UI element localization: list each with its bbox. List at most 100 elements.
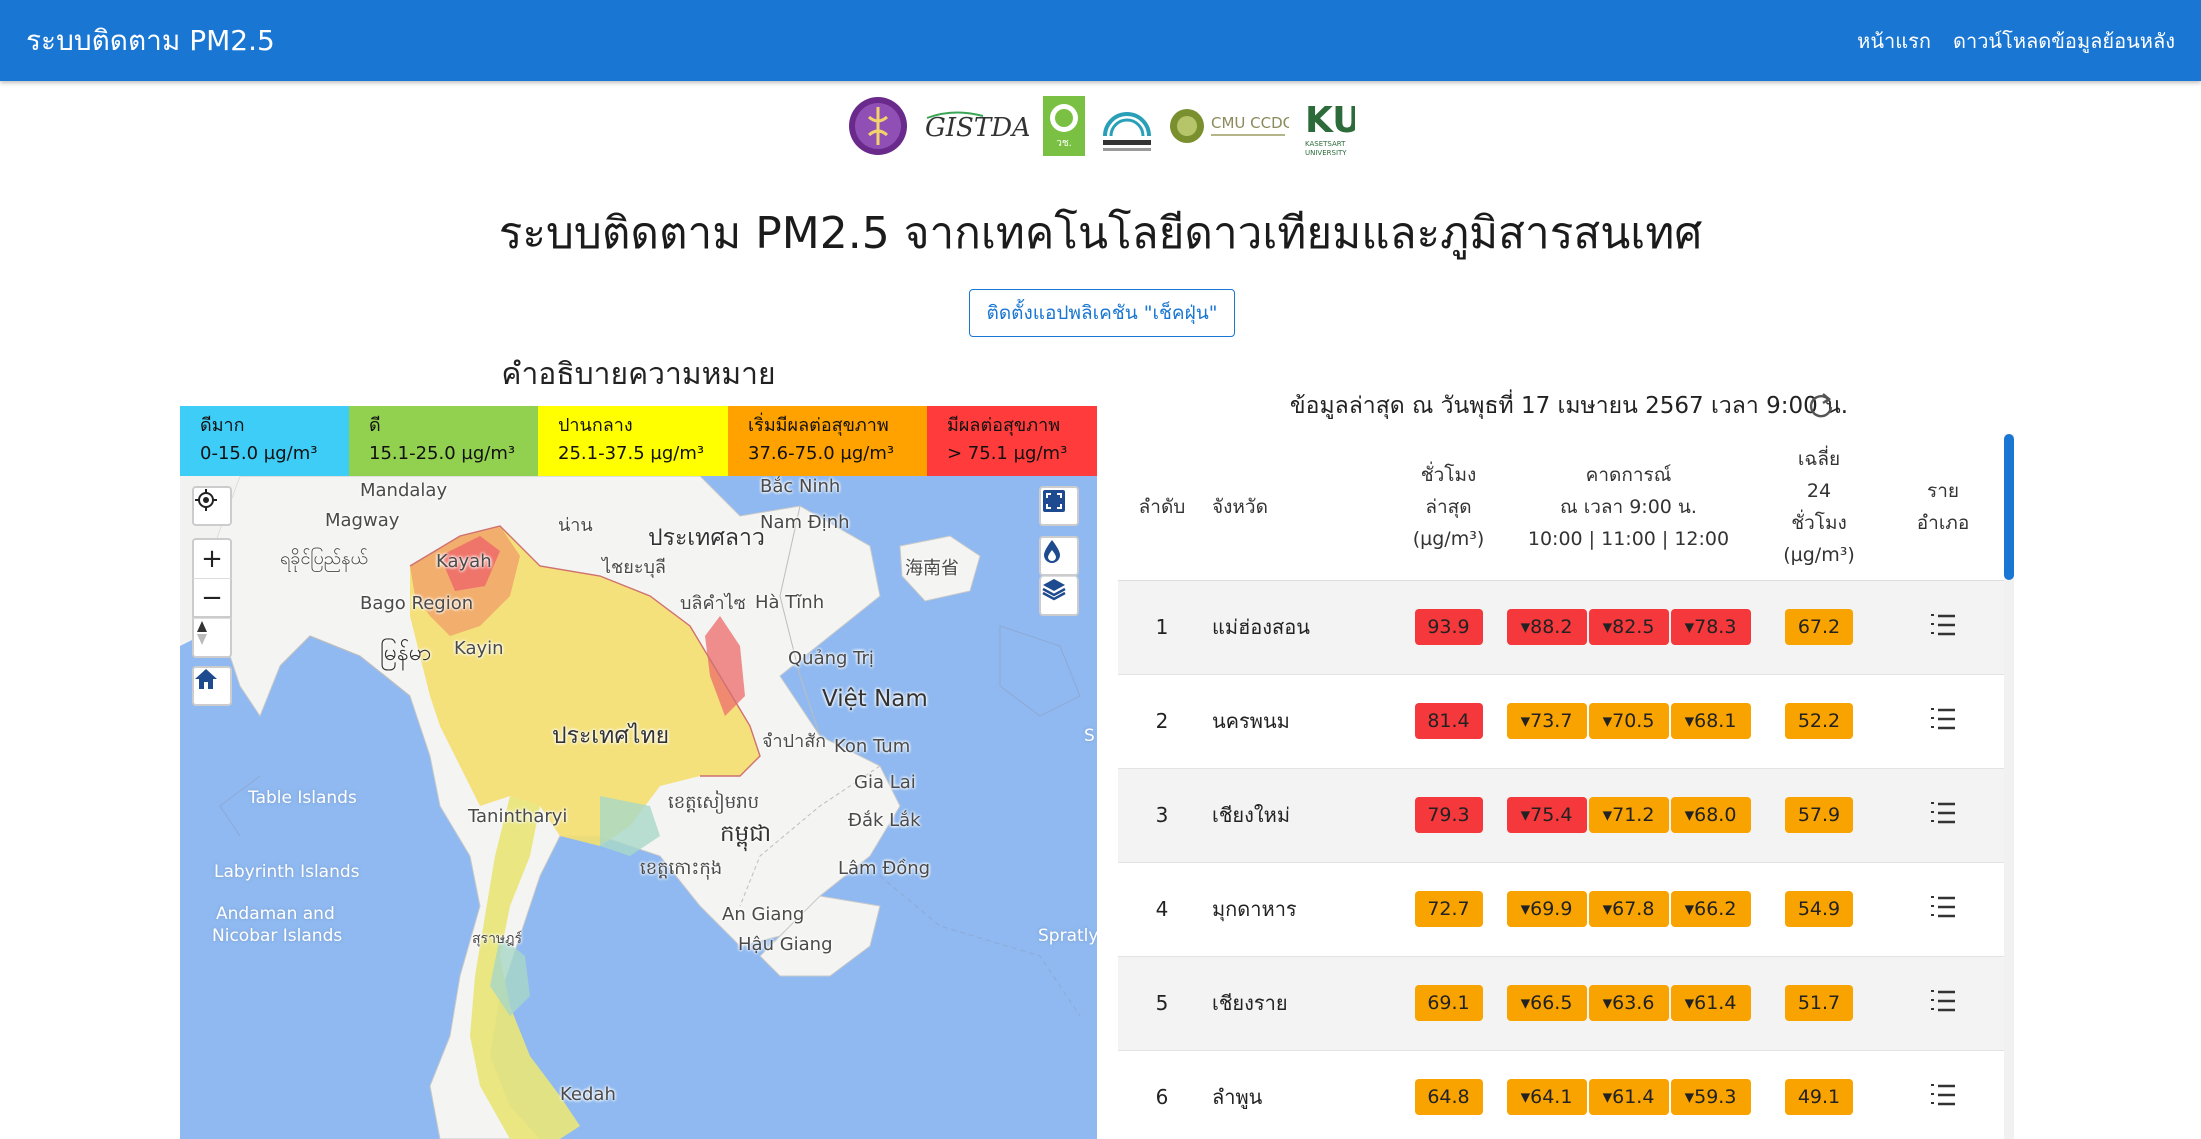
col-avg-24h: เฉลี่ย 24 ชั่วโมง (µg/m³) xyxy=(1756,434,1882,581)
avg-24h-badge: 67.2 xyxy=(1785,609,1853,645)
svg-text:UNIVERSITY: UNIVERSITY xyxy=(1305,149,1347,157)
table-row: 3 เชียงใหม่ 79.3 ▾75.4 ▾71.2 ▾68.0 57.9 xyxy=(1118,768,2004,863)
legend-range: 37.6-75.0 µg/m³ xyxy=(748,443,895,464)
header-line: 10:00 | 11:00 | 12:00 xyxy=(1527,527,1730,550)
layers-button[interactable] xyxy=(1039,576,1079,616)
refresh-button[interactable] xyxy=(1806,391,1836,421)
rank-cell: 3 xyxy=(1118,768,1206,863)
numbered-list-icon xyxy=(1931,989,1955,1011)
province-ranking-table: ลำดับ จังหวัด ชั่วโมง ล่าสุด (µg/m³) คาด… xyxy=(1118,434,2015,1139)
table-row: 1 แม่ฮ่องสอน 93.9 ▾88.2 ▾82.5 ▾78.3 67.2 xyxy=(1118,580,2004,675)
legend-moderate: ปานกลาง 25.1-37.5 µg/m³ xyxy=(538,406,728,476)
forecast-badge: ▾67.8 xyxy=(1588,891,1669,927)
forecast-badge: ▾70.5 xyxy=(1588,703,1669,739)
forecast-badge: ▾68.0 xyxy=(1670,797,1751,833)
legend-label: เริ่มมีผลต่อสุขภาพ xyxy=(748,415,889,436)
rank-cell: 4 xyxy=(1118,862,1206,957)
map-label: ខេត្តកោះកុង xyxy=(640,858,723,879)
brand-title[interactable]: ระบบติดตาม PM2.5 xyxy=(26,19,275,63)
navbar: ระบบติดตาม PM2.5 หน้าแรก ดาวน์โหลดข้อมูล… xyxy=(0,0,2201,81)
district-list-button[interactable] xyxy=(1929,800,1957,831)
col-forecast: คาดการณ์ ณ เวลา 9:00 น. 10:00 | 11:00 | … xyxy=(1501,434,1756,581)
compass-button[interactable] xyxy=(192,618,232,658)
district-list-button[interactable] xyxy=(1929,612,1957,643)
latest-hour-badge: 69.1 xyxy=(1414,985,1483,1021)
province-cell: เชียงใหม่ xyxy=(1206,768,1396,863)
latest-hour-badge: 93.9 xyxy=(1414,609,1483,645)
legend-very-good: ดีมาก 0-15.0 µg/m³ xyxy=(180,406,349,476)
forecast-badge: ▾73.7 xyxy=(1506,703,1587,739)
province-cell: นครพนม xyxy=(1206,674,1396,769)
header-line: (µg/m³) xyxy=(1412,527,1485,550)
nav-download-link[interactable]: ดาวน์โหลดข้อมูลย้อนหลัง xyxy=(1953,25,2175,57)
forecast-badge: ▾68.1 xyxy=(1670,703,1751,739)
header-line: ราย xyxy=(1926,479,1959,502)
forecast-badge: ▾88.2 xyxy=(1506,609,1587,645)
map-label: កម្ពុជា xyxy=(720,821,772,847)
map-label: Hậu Giang xyxy=(738,934,833,955)
pm-layer-button[interactable] xyxy=(1039,536,1079,576)
col-province: จังหวัด xyxy=(1206,434,1396,581)
locate-button[interactable] xyxy=(192,486,232,526)
svg-text:CMU CCDC: CMU CCDC xyxy=(1211,114,1289,132)
table-scrollbar-thumb[interactable] xyxy=(2004,434,2014,580)
latest-hour-badge: 72.7 xyxy=(1414,891,1483,927)
map-label: Magway xyxy=(325,510,400,531)
home-icon xyxy=(195,669,217,689)
avg-24h-badge: 49.1 xyxy=(1785,1079,1853,1115)
install-app-button[interactable]: ติดตั้งแอปพลิเคชัน "เช็คฝุ่น" xyxy=(969,289,1235,337)
map-label: Nam Định xyxy=(760,512,850,533)
table-row: 4 มุกดาหาร 72.7 ▾69.9 ▾67.8 ▾66.2 54.9 xyxy=(1118,862,2004,957)
district-list-button[interactable] xyxy=(1929,988,1957,1019)
rank-cell: 5 xyxy=(1118,956,1206,1051)
map-label: Bago Region xyxy=(360,593,474,614)
district-list-button[interactable] xyxy=(1929,706,1957,737)
ku-logo: KU KASETSART UNIVERSITY xyxy=(1303,94,1355,158)
latest-hour-badge: 64.8 xyxy=(1414,1079,1483,1115)
zoom-in-button[interactable]: + xyxy=(192,538,232,578)
numbered-list-icon xyxy=(1931,707,1955,729)
map-label: Kedah xyxy=(560,1084,616,1105)
legend-label: ปานกลาง xyxy=(558,415,633,436)
home-button[interactable] xyxy=(192,666,232,706)
map-label: 海南省 xyxy=(905,558,959,579)
province-cell: มุกดาหาร xyxy=(1206,862,1396,957)
forecast-badge: ▾82.5 xyxy=(1588,609,1669,645)
fullscreen-button[interactable] xyxy=(1039,486,1079,526)
svg-text:วช.: วช. xyxy=(1056,138,1072,149)
map-label: Việt Nam xyxy=(822,686,928,712)
svg-text:KU: KU xyxy=(1305,100,1355,141)
nav-home-link[interactable]: หน้าแรก xyxy=(1857,25,1931,57)
legend-title: คำอธิบายความหมาย xyxy=(501,357,776,392)
svg-text:GISTDA: GISTDA xyxy=(925,113,1029,143)
map-label: Tanintharyi xyxy=(468,806,568,827)
header-line: เฉลี่ย xyxy=(1797,447,1841,470)
map-label: Đắk Lắk xyxy=(848,810,921,831)
partner-logos: GISTDA วช. CMU CCDC KU KASETSART UNIVERS… xyxy=(0,93,2201,159)
ministry-logo xyxy=(847,95,909,157)
map-label: Lâm Đồng xyxy=(838,858,931,879)
map-label: สุราษฎร์ xyxy=(472,931,523,947)
legend-range: 0-15.0 µg/m³ xyxy=(200,443,318,464)
drop-icon xyxy=(1044,540,1060,563)
header-line: 24 xyxy=(1806,479,1832,502)
pm25-map[interactable]: Mandalay Magway ရခိုင်ပြည်နယ် Kayah Bago… xyxy=(180,476,1097,1139)
legend-label: ดี xyxy=(369,415,381,436)
map-label: Nicobar Islands xyxy=(212,926,343,946)
latest-update-text: ข้อมูลล่าสุด ณ วันพุธที่ 17 เมษายน 2567 … xyxy=(1289,393,1849,419)
nav-links: หน้าแรก ดาวน์โหลดข้อมูลย้อนหลัง xyxy=(1857,25,2175,57)
map-label: ประเทศลาว xyxy=(648,525,765,551)
district-list-button[interactable] xyxy=(1929,894,1957,925)
forecast-badge: ▾69.9 xyxy=(1506,891,1587,927)
table-row: 6 ลำพูน 64.8 ▾64.1 ▾61.4 ▾59.3 49.1 xyxy=(1118,1050,2004,1139)
zoom-out-button[interactable]: − xyxy=(192,578,232,618)
pollution-control-logo xyxy=(1099,96,1155,156)
legend-label: ดีมาก xyxy=(200,415,245,436)
col-rank: ลำดับ xyxy=(1118,434,1206,581)
district-list-button[interactable] xyxy=(1929,1082,1957,1113)
numbered-list-icon xyxy=(1931,895,1955,917)
map-label: Quảng Trị xyxy=(788,648,874,669)
map-label: Gia Lai xyxy=(854,772,916,793)
map-label: ประเทศไทย xyxy=(552,723,670,749)
header-line: ล่าสุด xyxy=(1425,495,1472,518)
